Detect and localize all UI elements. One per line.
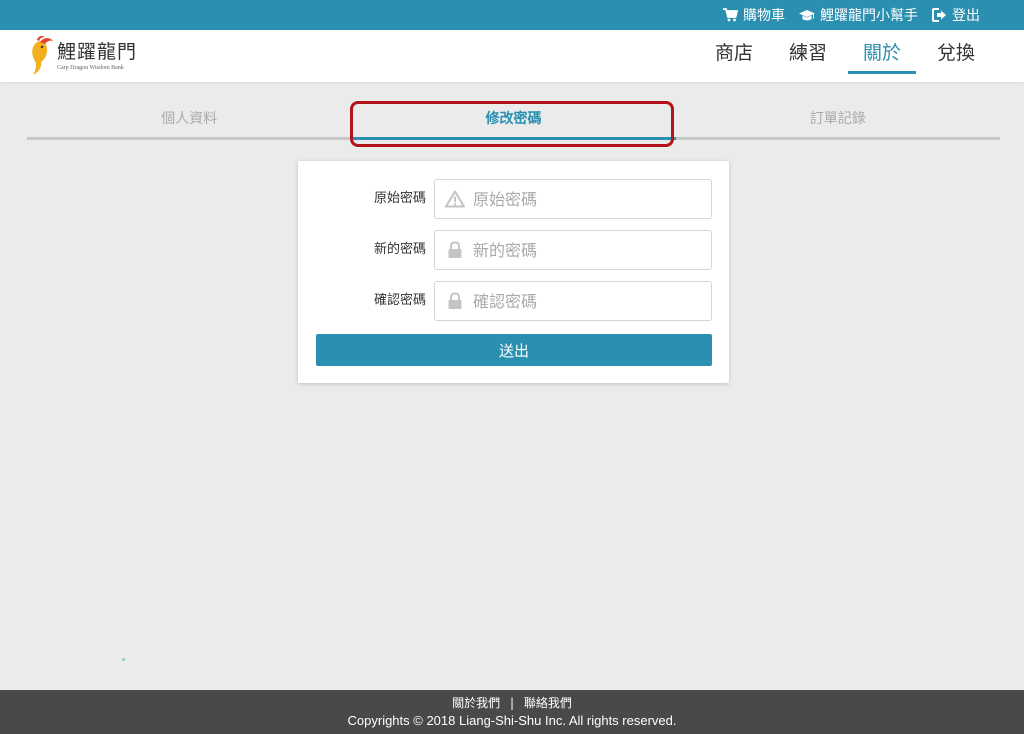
- brand-logo[interactable]: 鯉躍龍門 Carp Dragon Wisdom Bank: [28, 35, 137, 77]
- new-password-label: 新的密碼: [373, 242, 426, 257]
- logout-label: 登出: [952, 8, 980, 24]
- footer-links: 關於我們 | 聯絡我們: [0, 696, 1024, 710]
- confirm-password-row: 確認密碼: [298, 281, 729, 321]
- cart-label: 購物車: [743, 8, 785, 24]
- footer: 關於我們 | 聯絡我們 Copyrights © 2018 Liang-Shi-…: [0, 690, 1024, 734]
- helper-link[interactable]: 鯉躍龍門小幫手: [799, 5, 918, 25]
- tab-order-history[interactable]: 訂單記錄: [675, 102, 1000, 140]
- change-password-card: 原始密碼 新的密碼 確認密碼 送出: [298, 161, 729, 383]
- cart-icon: [723, 8, 738, 22]
- footer-separator: |: [509, 696, 515, 710]
- old-password-input[interactable]: [473, 189, 693, 209]
- confirm-password-label: 確認密碼: [373, 293, 426, 308]
- brand-title: 鯉躍龍門: [57, 41, 138, 63]
- new-password-input[interactable]: [473, 240, 693, 260]
- brand-text: 鯉躍龍門 Carp Dragon Wisdom Bank: [57, 41, 137, 71]
- logout-link[interactable]: 登出: [932, 5, 980, 25]
- nav-item-about[interactable]: 關於: [848, 30, 916, 82]
- tab-profile[interactable]: 個人資料: [27, 102, 352, 140]
- confirm-password-input[interactable]: [473, 291, 693, 311]
- main-nav-menu: 商店 練習 關於 兌換: [694, 30, 990, 82]
- logout-icon: [932, 8, 946, 22]
- nav-item-shop[interactable]: 商店: [700, 30, 768, 82]
- new-password-field[interactable]: [434, 230, 712, 270]
- new-password-row: 新的密碼: [298, 230, 729, 270]
- account-tabs: 個人資料 修改密碼 訂單記錄: [27, 102, 1000, 140]
- warning-icon: [445, 189, 465, 209]
- decorative-dot: [122, 658, 125, 661]
- carp-logo-icon: [32, 36, 53, 75]
- tab-change-password[interactable]: 修改密碼: [351, 102, 676, 140]
- old-password-field[interactable]: [434, 179, 712, 219]
- submit-button[interactable]: 送出: [316, 334, 712, 366]
- confirm-password-field[interactable]: [434, 281, 712, 321]
- brand-subtitle: Carp Dragon Wisdom Bank: [57, 65, 124, 71]
- cart-link[interactable]: 購物車: [723, 5, 785, 25]
- lock-icon: [445, 291, 465, 311]
- nav-item-practice[interactable]: 練習: [774, 30, 842, 82]
- graduation-cap-icon: [799, 9, 815, 20]
- helper-label: 鯉躍龍門小幫手: [820, 8, 918, 24]
- main-navbar: 鯉躍龍門 Carp Dragon Wisdom Bank 商店 練習 關於 兌換: [0, 30, 1024, 82]
- contact-us-link[interactable]: 聯絡我們: [524, 696, 572, 710]
- nav-item-redeem[interactable]: 兌換: [922, 30, 990, 82]
- lock-icon: [445, 240, 465, 260]
- copyright-text: Copyrights © 2018 Liang-Shi-Shu Inc. All…: [347, 713, 677, 728]
- old-password-row: 原始密碼: [298, 179, 729, 219]
- top-utility-bar: 購物車 鯉躍龍門小幫手 登出: [0, 0, 1024, 30]
- old-password-label: 原始密碼: [373, 191, 426, 206]
- about-us-link[interactable]: 關於我們: [452, 696, 500, 710]
